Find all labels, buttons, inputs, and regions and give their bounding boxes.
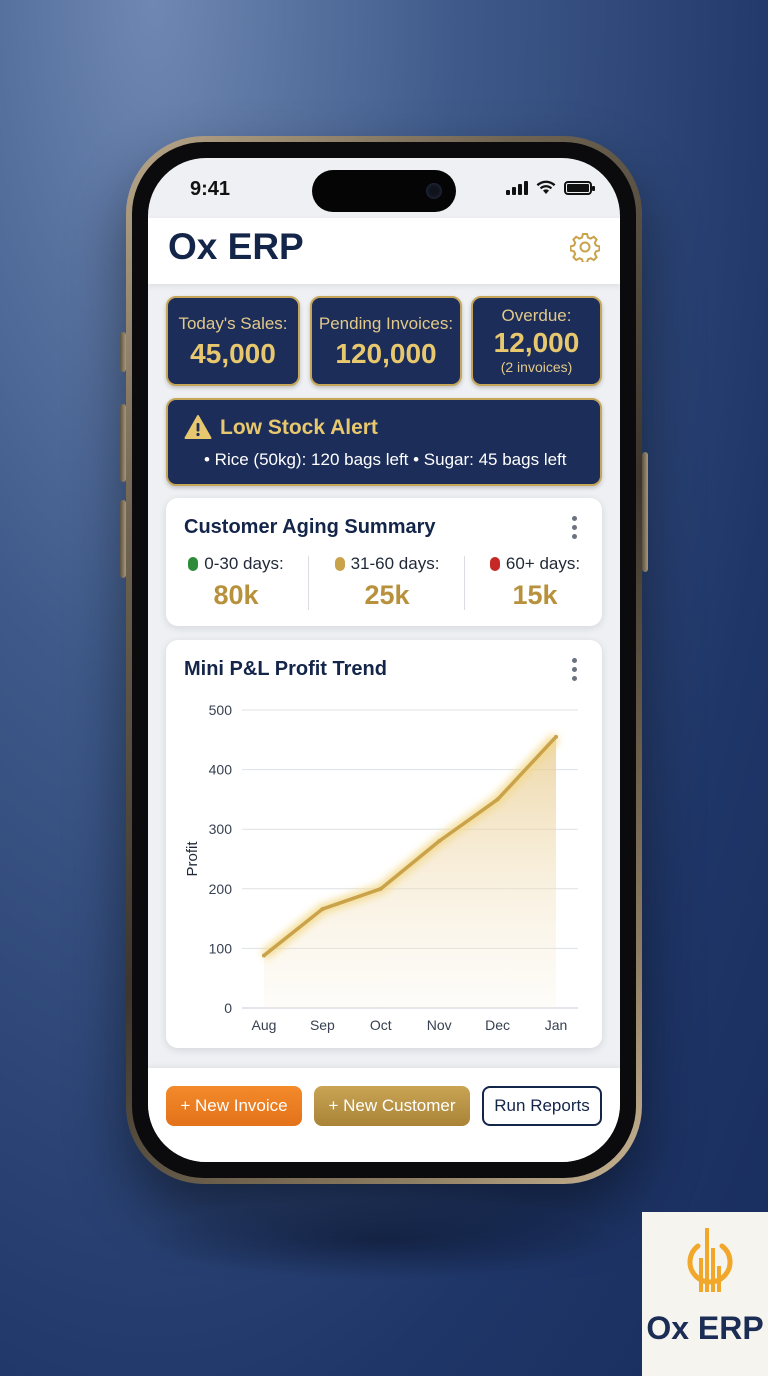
y-tick-label: 0 bbox=[224, 1000, 232, 1016]
new-customer-button[interactable]: + New Customer bbox=[314, 1086, 470, 1126]
stat-label: Overdue: bbox=[501, 306, 572, 325]
logo-text: Ox ERP bbox=[646, 1310, 764, 1346]
dynamic-island bbox=[312, 170, 456, 212]
warning-icon bbox=[184, 415, 212, 439]
green-status-dot bbox=[188, 557, 199, 571]
data-point bbox=[495, 797, 500, 802]
phone-screen: 9:41 Ox ERP Today's Sales: 45,000 Pendin… bbox=[148, 158, 620, 1162]
low-stock-alert[interactable]: Low Stock Alert • Rice (50kg): 120 bags … bbox=[166, 398, 602, 486]
data-point bbox=[262, 953, 266, 958]
x-tick-label: Aug bbox=[252, 1017, 277, 1033]
aging-bucket-60-plus: 60+ days: 15k bbox=[470, 554, 600, 611]
aging-label: 31-60 days: bbox=[350, 554, 440, 573]
status-time: 9:41 bbox=[190, 178, 231, 200]
stat-value: 120,000 bbox=[335, 338, 437, 369]
stat-label: Today's Sales: bbox=[178, 314, 288, 333]
aging-value: 80k bbox=[213, 580, 259, 610]
alert-title: Low Stock Alert bbox=[220, 416, 378, 439]
aging-label: 0-30 days: bbox=[204, 554, 284, 573]
cellular-signal-icon bbox=[506, 180, 528, 195]
ox-erp-logo: Ox ERP bbox=[642, 1212, 768, 1376]
data-point bbox=[378, 886, 383, 891]
x-tick-label: Dec bbox=[485, 1017, 510, 1033]
new-invoice-button[interactable]: + New Invoice bbox=[166, 1086, 302, 1126]
app-header: Ox ERP bbox=[148, 218, 620, 284]
app-title: Ox ERP bbox=[168, 226, 304, 267]
volume-up-button bbox=[120, 404, 126, 482]
y-axis-label: Profit bbox=[184, 841, 201, 877]
y-tick-label: 200 bbox=[209, 881, 233, 897]
logo-mark-icon bbox=[687, 1228, 733, 1292]
aging-value: 15k bbox=[512, 580, 558, 610]
pending-invoices-card[interactable]: Pending Invoices: 120,000 bbox=[310, 296, 462, 386]
data-point bbox=[437, 839, 442, 844]
divider bbox=[308, 556, 309, 610]
stat-value: 12,000 bbox=[493, 327, 580, 358]
gear-icon[interactable] bbox=[570, 232, 600, 262]
card-title: Customer Aging Summary bbox=[184, 516, 436, 538]
red-status-dot bbox=[489, 557, 500, 571]
data-point bbox=[554, 734, 558, 739]
silent-switch bbox=[120, 332, 126, 372]
stat-label: Pending Invoices: bbox=[318, 314, 454, 333]
data-point bbox=[320, 907, 325, 912]
profit-trend-card: Mini P&L Profit Trend 0 100 200 300 400 500 Pr… bbox=[166, 640, 602, 1048]
stat-sub: (2 invoices) bbox=[500, 359, 573, 375]
profit-line-chart: 0 100 200 300 400 500 Profit Aug Sep Oct Nov Dec Jan bbox=[184, 702, 578, 1033]
alert-text: • Rice (50kg): 120 bags left • Sugar: 45… bbox=[204, 450, 567, 469]
wifi-icon bbox=[536, 180, 556, 194]
status-icons bbox=[506, 180, 595, 195]
battery-icon bbox=[564, 180, 595, 195]
x-tick-label: Sep bbox=[310, 1017, 335, 1033]
x-tick-label: Nov bbox=[427, 1017, 452, 1033]
more-options-icon[interactable] bbox=[572, 516, 578, 539]
y-tick-label: 500 bbox=[209, 702, 233, 718]
y-tick-label: 300 bbox=[209, 821, 233, 837]
volume-down-button bbox=[120, 500, 126, 578]
run-reports-button[interactable]: Run Reports bbox=[482, 1086, 602, 1126]
power-button bbox=[642, 452, 648, 572]
aging-value: 25k bbox=[364, 580, 410, 610]
y-tick-label: 100 bbox=[209, 940, 233, 956]
customer-aging-card: Customer Aging Summary 0-30 days: 80k 31… bbox=[166, 498, 602, 626]
stat-value: 45,000 bbox=[190, 338, 276, 369]
y-tick-label: 400 bbox=[209, 762, 233, 778]
phone-shadow bbox=[140, 1200, 620, 1280]
overdue-card[interactable]: Overdue: 12,000 (2 invoices) bbox=[471, 296, 602, 386]
aging-bucket-0-30: 0-30 days: 80k bbox=[170, 554, 302, 611]
aging-bucket-31-60: 31-60 days: 25k bbox=[314, 554, 460, 611]
divider bbox=[464, 556, 465, 610]
x-tick-label: Oct bbox=[370, 1017, 392, 1033]
aging-label: 60+ days: bbox=[505, 554, 581, 573]
x-tick-label: Jan bbox=[545, 1017, 568, 1033]
todays-sales-card[interactable]: Today's Sales: 45,000 bbox=[166, 296, 300, 386]
gold-status-dot bbox=[334, 557, 345, 571]
action-bar: + New Invoice + New Customer Run Reports bbox=[148, 1068, 620, 1162]
